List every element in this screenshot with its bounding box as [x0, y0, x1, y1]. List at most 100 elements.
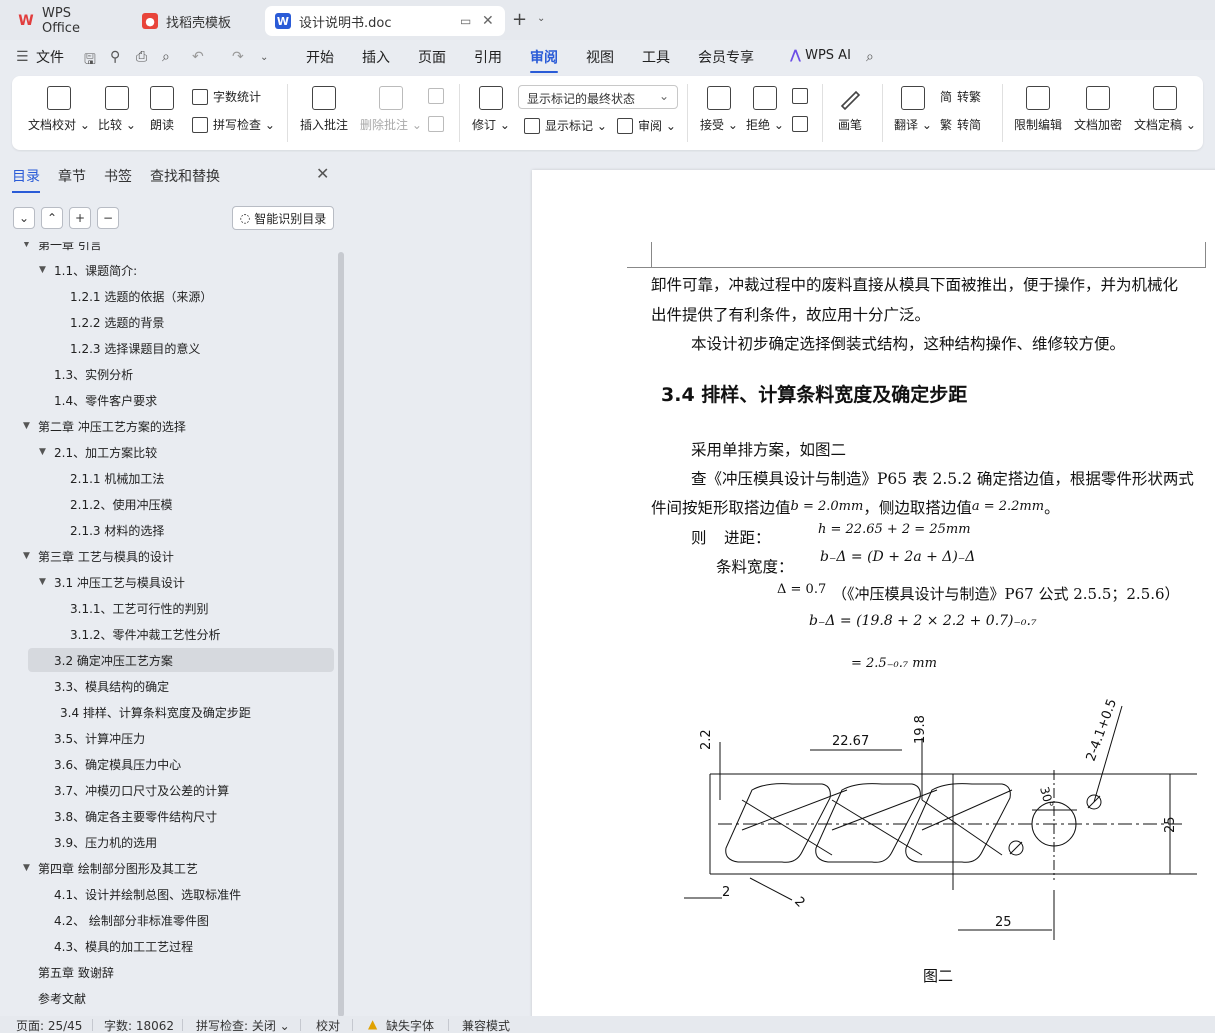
toc-item[interactable]: 1.4、零件客户要求 [0, 388, 330, 412]
toc-item[interactable]: 3.1.1、工艺可行性的判别 [0, 596, 330, 620]
caret-down-icon[interactable]: ▼ [39, 447, 46, 457]
insert-comment-button[interactable]: 插入批注 [300, 86, 348, 133]
toc-item[interactable]: 参考文献 [0, 986, 330, 1010]
review-pane-button[interactable]: 审阅 ⌄ [617, 117, 676, 134]
toc-item[interactable]: 3.8、确定各主要零件结构尺寸 [0, 804, 330, 828]
toc-item[interactable]: 4.2、 绘制部分非标准零件图 [0, 908, 330, 932]
finalize-button[interactable]: 文档定稿 ⌄ [1134, 86, 1196, 133]
toc-item[interactable]: 1.2.2 选题的背景 [0, 310, 330, 334]
word-count-button[interactable]: 字数统计 [192, 88, 261, 105]
link-icon[interactable]: ⚲ [110, 49, 120, 65]
caret-down-icon[interactable]: ▼ [39, 577, 46, 587]
toc-item[interactable]: 3.9、压力机的选用 [0, 830, 330, 854]
menu-tools[interactable]: 工具 [642, 47, 670, 67]
chevron-down-icon[interactable]: ⌄ [260, 52, 268, 63]
prev-change-button[interactable] [792, 88, 813, 104]
next-change-button[interactable] [792, 116, 813, 132]
toc-item[interactable]: ▼ 第三章 工艺与模具的设计 [0, 544, 330, 568]
close-icon[interactable]: ✕ [316, 164, 329, 183]
word-count-status[interactable]: 字数: 18062 [104, 1017, 174, 1033]
collapse-up-button[interactable]: ⌃ [41, 207, 63, 229]
expand-down-button[interactable]: ⌄ [13, 207, 35, 229]
toc-item[interactable]: 3.7、冲模刃口尺寸及公差的计算 [0, 778, 330, 802]
menu-review[interactable]: 审阅 [530, 47, 558, 73]
menu-member[interactable]: 会员专享 [698, 47, 754, 67]
toc-item[interactable]: 3.5、计算冲压力 [0, 726, 330, 750]
to-traditional-button[interactable]: 简 转繁 [940, 88, 981, 105]
toc-item[interactable]: 3.6、确定模具压力中心 [0, 752, 330, 776]
tab-document[interactable]: W 设计说明书.doc ▭ ✕ [265, 6, 505, 36]
toc-item[interactable]: ▼ 第二章 冲压工艺方案的选择 [0, 414, 330, 438]
search-icon[interactable]: ⌕ [866, 49, 874, 65]
save-icon[interactable]: 🖫 [84, 49, 96, 73]
tab-template[interactable]: ● 找稻壳模板 [132, 6, 262, 36]
toc-item[interactable]: ▼ 2.1、加工方案比较 [0, 440, 330, 464]
to-simplified-button[interactable]: 繁 转简 [940, 116, 981, 133]
menu-start[interactable]: 开始 [306, 47, 334, 67]
undo-icon[interactable]: ↶ [192, 49, 204, 65]
toc-item[interactable]: 4.3、模具的加工工艺过程 [0, 934, 330, 958]
tab-bookmarks[interactable]: 书签 [104, 166, 132, 186]
add-heading-button[interactable]: + [69, 207, 91, 229]
window-mode-icon[interactable]: ▭ [460, 14, 471, 28]
toc-item[interactable]: 1.2.1 选题的依据（来源） [0, 284, 330, 308]
reject-button[interactable]: 拒绝 ⌄ [746, 86, 784, 133]
wps-ai-button[interactable]: ⋀ WPS AI [790, 48, 851, 63]
hamburger-menu-icon[interactable]: ☰ [16, 49, 29, 65]
toc-item[interactable]: 4.1、设计并绘制总图、选取标准件 [0, 882, 330, 906]
menu-file[interactable]: 文件 [36, 47, 64, 67]
toc-item[interactable]: 3.2 确定冲压工艺方案 [28, 648, 334, 672]
new-tab-icon[interactable]: + [512, 9, 527, 30]
caret-down-icon[interactable]: ▼ [39, 265, 46, 275]
revise-button[interactable]: 修订 ⌄ [472, 86, 510, 133]
spell-check-button[interactable]: 拼写检查 ⌄ [192, 116, 275, 133]
toc-item[interactable]: 2.1.1 机械加工法 [0, 466, 330, 490]
spell-check-status[interactable]: 拼写检查: 关闭 ⌄ [196, 1017, 290, 1033]
toc-item[interactable]: 第五章 致谢辞 [0, 960, 330, 984]
toc-item[interactable]: 2.1.2、使用冲压模 [0, 492, 330, 516]
toc-item[interactable]: ▼ 1.1、课题简介: [0, 258, 330, 282]
smart-toc-button[interactable]: ◌ 智能识别目录 [232, 206, 334, 230]
display-state-select[interactable]: 显示标记的最终状态 ⌄ [518, 85, 678, 109]
caret-down-icon[interactable]: ▼ [23, 863, 30, 873]
menu-page[interactable]: 页面 [418, 47, 446, 67]
missing-font-status[interactable]: 缺失字体 [386, 1017, 434, 1033]
document-page[interactable]: 卸件可靠，冲裁过程中的废料直接从模具下面被推出，便于操作，并为机械化 出件提供了… [532, 170, 1215, 1016]
compare-button[interactable]: 比较 ⌄ [98, 86, 136, 133]
toc-item[interactable]: ▼ 第一章 引言 [0, 242, 330, 256]
doc-check-button[interactable]: 文档校对 ⌄ [28, 86, 90, 133]
read-aloud-button[interactable]: 朗读 [150, 86, 174, 133]
tab-toc[interactable]: 目录 [12, 166, 40, 193]
tab-wps-office[interactable]: W WPS Office [8, 6, 123, 36]
next-comment-button[interactable] [428, 116, 449, 132]
print-icon[interactable]: ⎙ [136, 49, 147, 65]
translate-button[interactable]: 翻译 ⌄ [894, 86, 932, 133]
toc-item[interactable]: 1.3、实例分析 [0, 362, 330, 386]
pen-button[interactable]: 画笔 [838, 86, 862, 133]
toc-item[interactable]: 2.1.3 材料的选择 [0, 518, 330, 542]
menu-insert[interactable]: 插入 [362, 47, 390, 67]
toc-item[interactable]: 1.2.3 选择课题目的意义 [0, 336, 330, 360]
accept-button[interactable]: 接受 ⌄ [700, 86, 738, 133]
caret-down-icon[interactable]: ▼ [23, 421, 30, 431]
scrollbar[interactable] [338, 252, 344, 1017]
restrict-edit-button[interactable]: 限制编辑 [1014, 86, 1062, 133]
page-indicator[interactable]: 页面: 25/45 [16, 1017, 82, 1033]
caret-down-icon[interactable]: ▼ [23, 242, 30, 249]
menu-view[interactable]: 视图 [586, 47, 614, 67]
remove-heading-button[interactable]: − [97, 207, 119, 229]
prev-comment-button[interactable] [428, 88, 449, 104]
encrypt-button[interactable]: 文档加密 [1074, 86, 1122, 133]
close-tab-icon[interactable]: ✕ [482, 13, 494, 29]
toc-item[interactable]: ▼ 3.1 冲压工艺与模具设计 [0, 570, 330, 594]
show-markup-button[interactable]: 显示标记 ⌄ [524, 117, 607, 134]
print-preview-icon[interactable]: ⌕ [162, 49, 170, 65]
menu-reference[interactable]: 引用 [474, 47, 502, 67]
toc-item[interactable]: 3.1.2、零件冲裁工艺性分析 [0, 622, 330, 646]
tab-sections[interactable]: 章节 [58, 166, 86, 186]
caret-down-icon[interactable]: ▼ [23, 551, 30, 561]
toc-item[interactable]: 3.4 排样、计算条料宽度及确定步距 [0, 700, 330, 724]
proof-status[interactable]: 校对 [316, 1017, 340, 1033]
tab-find-replace[interactable]: 查找和替换 [150, 166, 220, 186]
delete-comment-button[interactable]: 删除批注 ⌄ [360, 86, 422, 133]
